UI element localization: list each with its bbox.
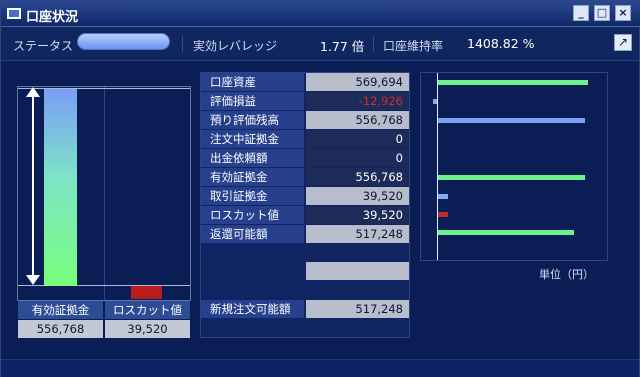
table-value: 0	[306, 149, 409, 167]
divider	[182, 36, 183, 52]
table-label: ロスカット値	[201, 206, 304, 224]
new-order-value: 517,248	[306, 300, 409, 318]
table-value: 569,694	[306, 73, 409, 91]
table-value: 556,768	[306, 168, 409, 186]
table-value: 517,248	[306, 225, 409, 243]
popout-icon[interactable]: ↗	[614, 34, 632, 51]
close-button[interactable]: ×	[615, 5, 631, 21]
divider	[373, 36, 374, 52]
status-indicator	[77, 33, 170, 50]
effective-margin-bar	[44, 89, 77, 286]
table-label: 有効証拠金	[201, 168, 304, 186]
status-label: ステータス	[13, 39, 74, 53]
table-blank-cell	[306, 262, 409, 280]
minimize-button[interactable]: _	[573, 5, 589, 21]
table-value: 0	[306, 130, 409, 148]
status-bar: ステータス 実効レバレッジ 1.77 倍 口座維持率 1408.82 %	[1, 27, 639, 61]
table-label: 評価損益	[201, 92, 304, 110]
arrow-down-icon	[26, 275, 40, 285]
table-value: -12,926	[306, 92, 409, 110]
footer-bar	[1, 359, 639, 377]
amount-bar	[433, 99, 437, 104]
effective-margin-label: 有効証拠金	[18, 301, 103, 319]
table-value: 556,768	[306, 111, 409, 129]
table-value: 39,520	[306, 206, 409, 224]
table-label: 返還可能額	[201, 225, 304, 243]
amount-bar	[438, 212, 448, 217]
table-label: 口座資産	[201, 73, 304, 91]
table-label: 出金依頼額	[201, 149, 304, 167]
amount-bar	[438, 230, 574, 235]
title-bar[interactable]: 口座状況 _ □ ×	[1, 1, 640, 27]
table-label: 預り評価残高	[201, 111, 304, 129]
leverage-label: 実効レバレッジ	[193, 39, 278, 53]
maximize-button[interactable]: □	[594, 5, 610, 21]
table-value: 39,520	[306, 187, 409, 205]
arrow-up-icon	[26, 87, 40, 97]
amount-bar	[438, 175, 585, 180]
effective-margin-value: 556,768	[18, 320, 103, 338]
chart-divider	[104, 87, 105, 300]
window-icon	[7, 8, 21, 19]
leverage-value: 1.77 倍	[320, 39, 365, 54]
table-label: 取引証拠金	[201, 187, 304, 205]
maintenance-rate-value: 1408.82 %	[467, 36, 535, 51]
amount-bar	[438, 80, 588, 85]
amount-bar	[438, 118, 585, 123]
losscut-value: 39,520	[105, 320, 190, 338]
range-arrow	[32, 91, 34, 283]
losscut-bar	[131, 286, 162, 299]
unit-label: 単位（円）	[539, 268, 594, 281]
new-order-label: 新規注文可能額	[201, 300, 304, 318]
amount-bar	[438, 194, 448, 199]
maintenance-rate-label: 口座維持率	[383, 39, 444, 53]
losscut-label: ロスカット値	[105, 301, 190, 319]
window-title: 口座状況	[26, 10, 79, 25]
account-status-window: 口座状況 _ □ × ステータス 実効レバレッジ 1.77 倍 口座維持率 14…	[0, 0, 640, 377]
table-label: 注文中証拠金	[201, 130, 304, 148]
